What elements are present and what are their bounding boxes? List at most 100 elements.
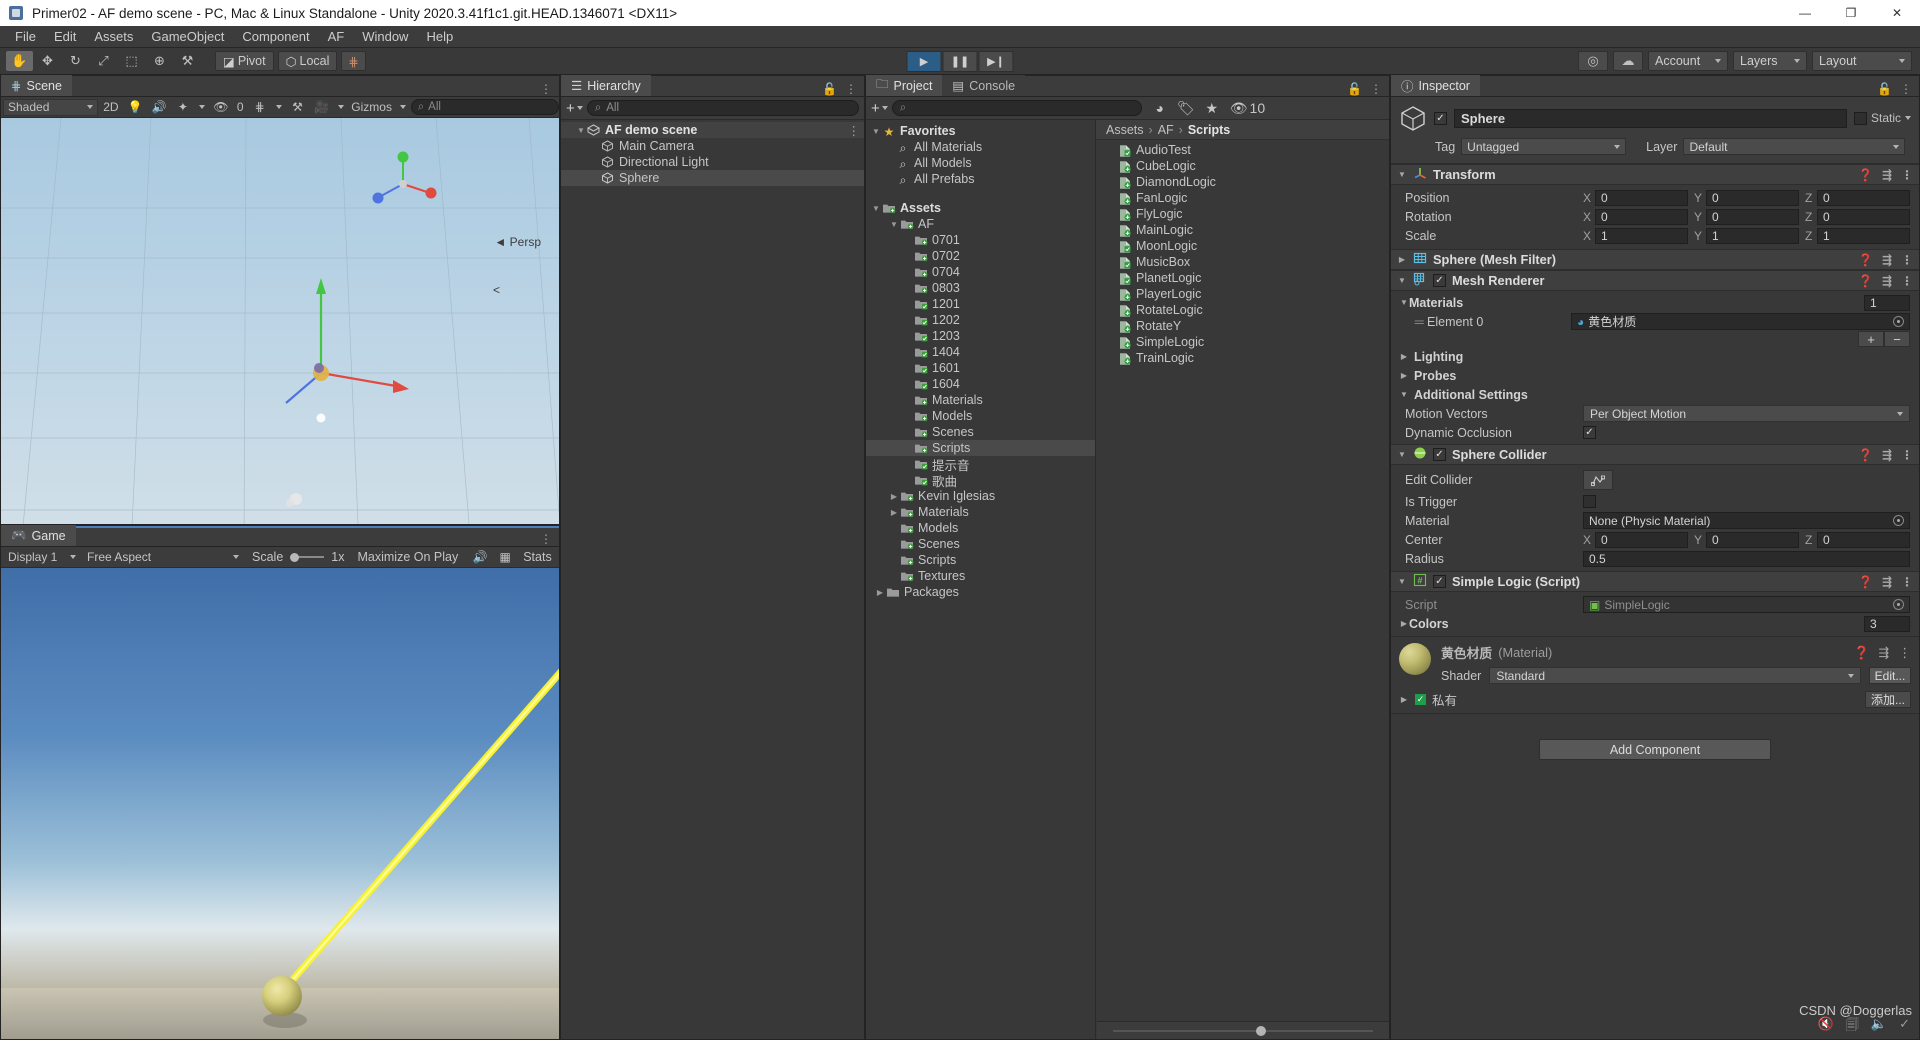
hierarchy-menu-icon[interactable]: ⋮ <box>845 82 857 96</box>
center-z-input[interactable]: 0 <box>1817 531 1910 548</box>
hidden-packages-toggle[interactable]: 👁 10 <box>1230 100 1265 117</box>
layers-dropdown[interactable]: Layers <box>1733 51 1807 71</box>
step-button[interactable]: ▶❙ <box>978 50 1014 72</box>
chevron-right-icon[interactable]: ▶ <box>888 508 900 517</box>
project-tree-item[interactable]: 1202 <box>866 312 1095 328</box>
preset-icon[interactable]: ⇶ <box>1882 448 1892 462</box>
chevron-right-icon[interactable]: ▶ <box>1399 352 1409 361</box>
scene-visibility-icon[interactable]: 👁 <box>210 98 232 116</box>
scene-camera-icon[interactable]: 🎥 <box>311 98 333 116</box>
asset-list-item[interactable]: FanLogic <box>1096 190 1389 206</box>
local-toggle[interactable]: ⬡ Local <box>277 51 338 71</box>
asset-list-item[interactable]: RotateLogic <box>1096 302 1389 318</box>
transform-tool-icon[interactable]: ⊕ <box>146 51 173 71</box>
aspect-dropdown[interactable]: Free Aspect <box>83 549 243 566</box>
scene-fx-icon[interactable]: ✦ <box>172 98 194 116</box>
static-toggle[interactable]: Static <box>1853 111 1911 125</box>
menu-assets[interactable]: Assets <box>85 27 142 46</box>
chevron-down-icon[interactable]: ▼ <box>1397 170 1407 179</box>
asset-list-item[interactable]: TrainLogic <box>1096 350 1389 366</box>
is-trigger-checkbox[interactable] <box>1583 495 1596 508</box>
chevron-down-icon[interactable]: ▼ <box>870 127 882 136</box>
more-icon[interactable]: ⋮ <box>1901 274 1913 288</box>
menu-edit[interactable]: Edit <box>45 27 85 46</box>
filter-by-label-icon[interactable]: 🏷 <box>1174 100 1198 117</box>
tab-scene[interactable]: ⋕ Scene <box>1 75 72 96</box>
gizmos-label[interactable]: Gizmos <box>349 98 395 116</box>
scale-slider[interactable]: Scale 1x <box>252 550 344 564</box>
project-favorite-all-models[interactable]: ⌕ All Models <box>866 155 1095 171</box>
minimize-button[interactable]: — <box>1782 0 1828 26</box>
component-header-mesh-filter[interactable]: ▶ Sphere (Mesh Filter) ❓ ⇶ ⋮ <box>1391 249 1919 270</box>
component-header-mesh-renderer[interactable]: ▼ ✓ Mesh Renderer ❓ ⇶ ⋮ <box>1391 270 1919 291</box>
lock-icon[interactable]: 🔓 <box>822 82 837 96</box>
maximize-on-play-toggle[interactable]: Maximize On Play <box>357 550 458 564</box>
asset-list-item[interactable]: FlyLogic <box>1096 206 1389 222</box>
rotation-x-input[interactable]: 0 <box>1595 208 1688 225</box>
help-icon[interactable]: ❓ <box>1858 575 1873 589</box>
materials-count-input[interactable]: 1 <box>1864 294 1910 311</box>
scene-viewport[interactable]: < ◄ Persp <box>1 118 559 524</box>
menu-file[interactable]: File <box>6 27 45 46</box>
layer-dropdown[interactable]: Default <box>1683 138 1905 155</box>
project-tree-item[interactable]: 1404 <box>866 344 1095 360</box>
tab-hierarchy[interactable]: ☰ Hierarchy <box>561 75 651 96</box>
display-dropdown[interactable]: Display 1 <box>4 549 80 566</box>
radius-input[interactable]: 0.5 <box>1583 550 1910 567</box>
preset-icon[interactable]: ⇶ <box>1878 645 1889 661</box>
component-header-sphere-collider[interactable]: ▼ ✓ Sphere Collider ❓ ⇶ ⋮ <box>1391 444 1919 465</box>
rotation-z-input[interactable]: 0 <box>1817 208 1910 225</box>
close-button[interactable]: ✕ <box>1874 0 1920 26</box>
sound-status-icon[interactable]: 🔈 <box>1871 1016 1887 1038</box>
help-icon[interactable]: ❓ <box>1858 448 1873 462</box>
account-dropdown[interactable]: Account <box>1648 51 1728 71</box>
shader-edit-button[interactable]: Edit... <box>1869 667 1911 684</box>
help-icon[interactable]: ❓ <box>1858 274 1873 288</box>
lighting-section[interactable]: ▶ Lighting <box>1391 347 1919 366</box>
chevron-down-icon[interactable]: ▼ <box>1397 450 1407 459</box>
static-checkbox[interactable] <box>1853 111 1867 125</box>
object-name-input[interactable]: Sphere <box>1454 108 1847 128</box>
add-material-button[interactable]: + <box>1858 331 1884 347</box>
scene-menu-icon[interactable]: ⋮ <box>540 82 552 96</box>
breadcrumb-scripts[interactable]: Scripts <box>1188 123 1230 137</box>
scale-tool-icon[interactable]: ⤢ <box>90 51 117 71</box>
hierarchy-search-input[interactable]: ⌕ All <box>586 100 859 116</box>
position-y-input[interactable]: 0 <box>1706 189 1799 206</box>
project-favorite-all-prefabs[interactable]: ⌕ All Prefabs <box>866 171 1095 187</box>
project-menu-icon[interactable]: ⋮ <box>1370 82 1382 96</box>
project-tree-item[interactable]: ▶ Kevin Iglesias <box>866 488 1095 504</box>
hand-tool-icon[interactable]: ✋ <box>6 51 33 71</box>
scene-axis-gizmo[interactable] <box>361 146 447 222</box>
object-enabled-checkbox[interactable]: ✓ <box>1434 111 1447 125</box>
project-tree-item[interactable]: Models <box>866 408 1095 424</box>
chevron-right-icon[interactable]: ▶ <box>1399 619 1409 628</box>
project-tree-item[interactable]: Materials <box>866 392 1095 408</box>
rotate-tool-icon[interactable]: ↻ <box>62 51 89 71</box>
lock-icon[interactable]: 🔓 <box>1347 82 1362 96</box>
mesh-renderer-enabled-checkbox[interactable]: ✓ <box>1433 274 1446 287</box>
asset-list-item[interactable]: SimpleLogic <box>1096 334 1389 350</box>
help-icon[interactable]: ❓ <box>1854 645 1870 661</box>
scene-projection-label[interactable]: ◄ Persp <box>494 235 541 249</box>
hierarchy-scene-root[interactable]: ▼ AF demo scene ⋮ <box>561 122 864 138</box>
more-icon[interactable]: ⋮ <box>1898 645 1911 661</box>
asset-list-item[interactable]: MusicBox <box>1096 254 1389 270</box>
cloud-icon[interactable]: ☁ <box>1613 51 1643 71</box>
preset-icon[interactable]: ⇶ <box>1882 168 1892 182</box>
project-tree-item[interactable]: Scripts <box>866 440 1095 456</box>
tab-project[interactable]: 🗀 Project <box>866 75 943 96</box>
colors-array-row[interactable]: ▶ Colors 3 <box>1391 614 1919 633</box>
create-asset-button[interactable]: + <box>871 100 888 117</box>
scene-fx-dropdown-icon[interactable] <box>196 98 208 116</box>
project-tree-item[interactable]: 1604 <box>866 376 1095 392</box>
drag-handle-icon[interactable]: ＝ <box>1413 312 1427 331</box>
asset-list-item[interactable]: PlanetLogic <box>1096 270 1389 286</box>
breadcrumb-af[interactable]: AF <box>1158 123 1174 137</box>
project-tree-item[interactable]: 0702 <box>866 248 1095 264</box>
toggle-2d-button[interactable]: 2D <box>100 98 122 116</box>
chevron-right-icon[interactable]: ▶ <box>1399 371 1409 380</box>
chevron-right-icon[interactable]: ▶ <box>888 492 900 501</box>
help-icon[interactable]: ❓ <box>1858 253 1873 267</box>
check-status-icon[interactable]: ✓ <box>1899 1016 1910 1038</box>
